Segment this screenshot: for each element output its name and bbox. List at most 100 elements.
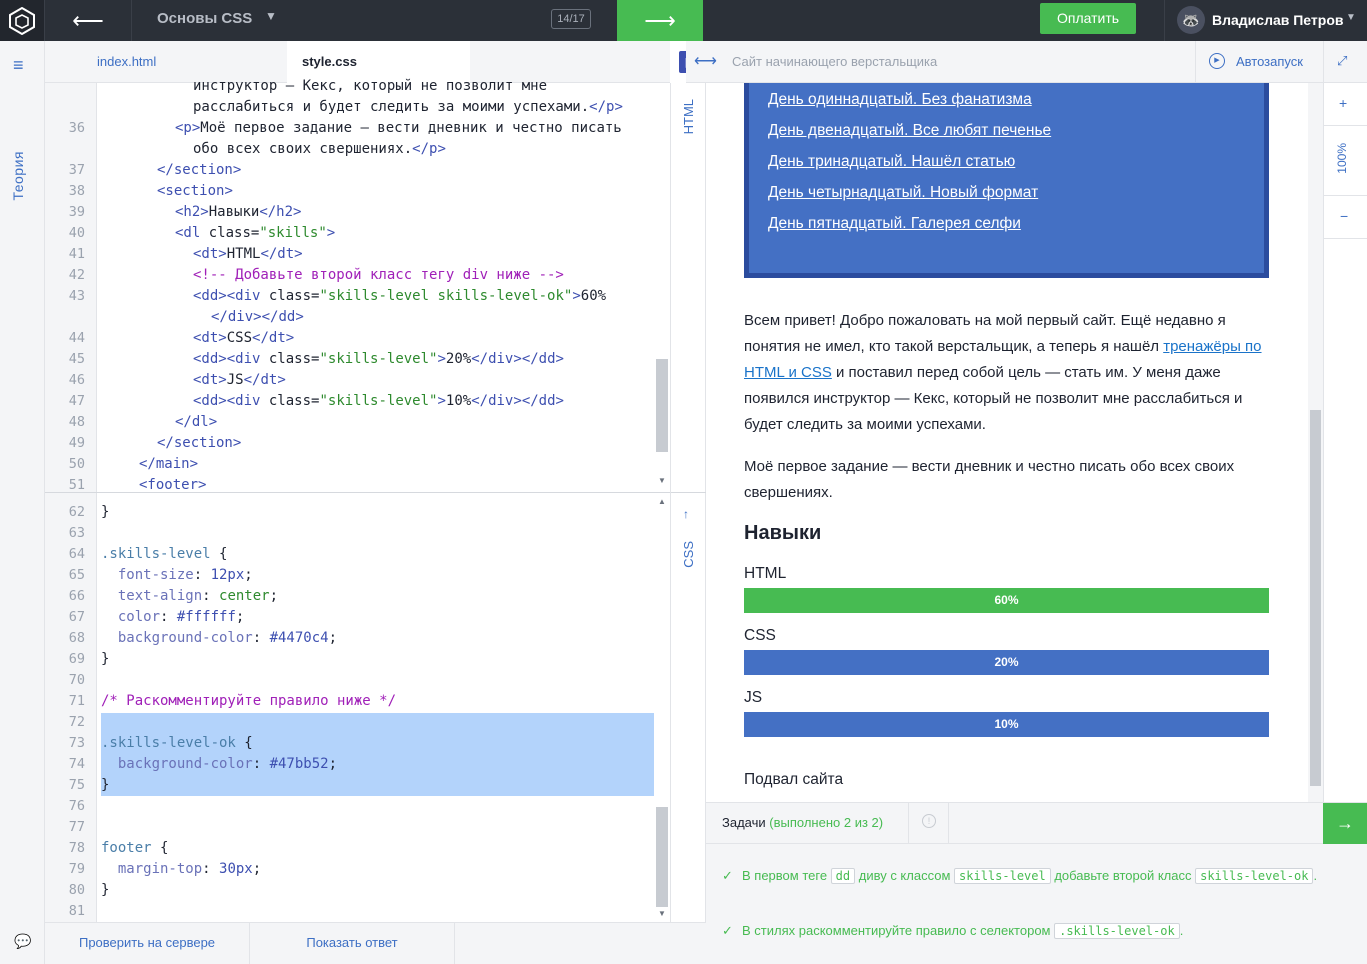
line-number: 38	[68, 183, 85, 199]
resize-arrows-icon[interactable]: ⟷	[694, 51, 717, 71]
code-line[interactable]: <dt>CSS</dt>	[193, 328, 294, 349]
next-task-arrow-button[interactable]: →	[1323, 803, 1367, 845]
line-number: 73	[68, 735, 85, 751]
code-line[interactable]: text-align: center;	[101, 586, 278, 607]
line-number: 69	[68, 651, 85, 667]
line-number: 79	[68, 861, 85, 877]
progress-counter: 14/17	[551, 9, 591, 29]
second-paragraph: Моё первое задание — вести дневник и чес…	[744, 458, 1235, 501]
code-line[interactable]: .skills-level-ok {	[101, 733, 253, 754]
zoom-in-icon[interactable]: +	[1339, 95, 1347, 111]
scroll-up-icon[interactable]: ▲	[658, 497, 666, 506]
menu-icon[interactable]: ≡	[13, 55, 24, 76]
code-line[interactable]: <dl class="skills">	[175, 223, 335, 244]
check-on-server-button[interactable]: Проверить на сервере	[45, 923, 250, 964]
code-chip: skills-level-ok	[1195, 868, 1314, 884]
code-line[interactable]: <dd><div class="skills-level skills-leve…	[193, 286, 606, 307]
theory-tab[interactable]: Теория	[10, 151, 26, 201]
diary-nav	[744, 83, 1269, 278]
code-line[interactable]: }	[101, 880, 109, 901]
line-number: 49	[68, 435, 85, 451]
code-line[interactable]: <dd><div class="skills-level">10%</div><…	[193, 391, 564, 412]
code-line[interactable]: background-color: #47bb52;	[101, 754, 337, 775]
course-title[interactable]: Основы CSS	[157, 10, 252, 27]
line-number: 41	[68, 246, 85, 262]
code-line[interactable]: </dl>	[175, 412, 217, 433]
code-line[interactable]: <section>	[157, 181, 233, 202]
css-pane-label[interactable]: CSS	[681, 541, 696, 568]
zoom-out-icon[interactable]: −	[1340, 208, 1348, 224]
line-number: 44	[68, 330, 85, 346]
autorun-button[interactable]: Автозапуск	[1236, 54, 1303, 69]
code-line[interactable]: /* Раскомментируйте правило ниже */	[101, 691, 396, 712]
code-line[interactable]: <p>Моё первое задание — вести дневник и …	[175, 118, 622, 139]
nav-link[interactable]: День двенадцатый. Все любят печенье	[768, 122, 1051, 140]
code-line[interactable]: <!-- Добавьте второй класс тегу div ниже…	[193, 265, 564, 286]
tasks-title[interactable]: Задачи (выполнено 2 из 2)	[722, 815, 883, 830]
code-line[interactable]: </section>	[157, 433, 241, 454]
code-line[interactable]: font-size: 12px;	[101, 565, 253, 586]
show-answer-button[interactable]: Показать ответ	[250, 923, 455, 964]
code-chip: dd	[830, 868, 856, 884]
logo-icon[interactable]	[0, 0, 45, 41]
code-line[interactable]: </section>	[157, 160, 241, 181]
task-text: добавьте второй класс	[1050, 868, 1196, 883]
code-line[interactable]: обо всех своих свершениях.</p>	[193, 139, 446, 160]
divider	[1324, 195, 1367, 196]
code-line[interactable]: <h2>Навыки</h2>	[175, 202, 301, 223]
code-line[interactable]: }	[101, 649, 109, 670]
line-number: 40	[68, 225, 85, 241]
scrollbar-thumb[interactable]	[656, 807, 668, 907]
nav-link[interactable]: День пятнадцатый. Галерея селфи	[768, 215, 1021, 233]
line-number: 48	[68, 414, 85, 430]
scroll-down-icon[interactable]: ▼	[658, 476, 666, 485]
chevron-down-icon[interactable]: ▼	[1346, 12, 1356, 23]
code-line[interactable]: footer {	[101, 838, 168, 859]
task-text: .	[1179, 923, 1184, 938]
code-line[interactable]: инструктор — Кекс, который не позволит м…	[193, 76, 547, 97]
arrow-up-icon[interactable]: ↑	[683, 507, 689, 521]
line-number: 81	[68, 903, 85, 919]
code-line[interactable]: .skills-level {	[101, 544, 227, 565]
next-arrow-button[interactable]: ⟶	[617, 0, 703, 41]
code-line[interactable]: </main>	[139, 454, 198, 475]
back-arrow-button[interactable]: ⟵	[45, 0, 132, 41]
html-pane-label[interactable]: HTML	[681, 99, 696, 134]
code-line[interactable]: }	[101, 775, 109, 796]
code-line[interactable]: background-color: #4470c4;	[101, 628, 337, 649]
code-line[interactable]: color: #ffffff;	[101, 607, 244, 628]
code-line[interactable]: margin-top: 30px;	[101, 859, 261, 880]
play-icon[interactable]: ▶	[1209, 53, 1225, 69]
code-line[interactable]: <dt>HTML</dt>	[193, 244, 303, 265]
nav-link[interactable]: День четырнадцатый. Новый формат	[768, 184, 1038, 202]
line-number: 42	[68, 267, 85, 283]
scrollbar-thumb[interactable]	[656, 359, 668, 452]
line-number: 45	[68, 351, 85, 367]
scrollbar-thumb[interactable]	[1310, 410, 1321, 786]
code-line[interactable]: <dt>JS</dt>	[193, 370, 286, 391]
chevron-down-icon[interactable]: ▼	[265, 9, 277, 23]
line-number: 65	[68, 567, 85, 583]
pay-button[interactable]: Оплатить	[1040, 3, 1136, 34]
divider	[671, 492, 707, 493]
line-number	[45, 76, 85, 97]
avatar[interactable]: 🦝	[1177, 6, 1205, 34]
scroll-down-icon[interactable]: ▼	[658, 909, 666, 918]
feedback-icon[interactable]: 💬	[14, 933, 31, 950]
user-name[interactable]: Владислав Петров	[1212, 12, 1343, 28]
fullscreen-icon[interactable]: ⤢	[1337, 53, 1347, 69]
code-line[interactable]: расслабиться и будет следить за моими ус…	[193, 97, 623, 118]
code-line[interactable]: }	[101, 502, 109, 523]
code-line[interactable]: <dd><div class="skills-level">20%</div><…	[193, 349, 564, 370]
pane-divider[interactable]	[45, 492, 670, 493]
task-text: В стилях раскомментируйте правило с селе…	[742, 923, 1055, 938]
nav-link[interactable]: День одиннадцатый. Без фанатизма	[768, 91, 1032, 109]
nav-link[interactable]: День тринадцатый. Нашёл статью	[768, 153, 1015, 171]
line-number	[45, 97, 85, 118]
code-editor[interactable]: инструктор — Кекс, который не позволит м…	[45, 78, 670, 922]
line-number: 43	[68, 288, 85, 304]
info-icon[interactable]: !	[922, 814, 936, 828]
line-number: 64	[68, 546, 85, 562]
code-line[interactable]: </div></dd>	[211, 307, 304, 328]
intro-paragraph: Всем привет! Добро пожаловать на мой пер…	[744, 308, 1274, 438]
